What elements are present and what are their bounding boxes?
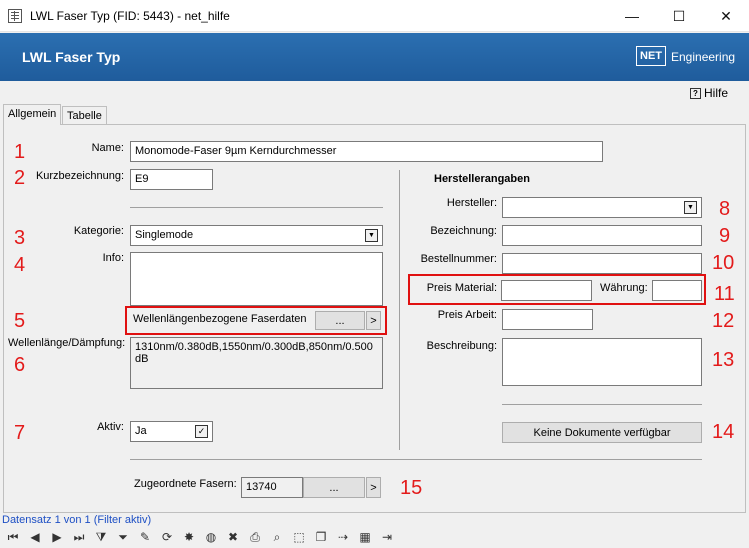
net-logo: NET bbox=[636, 46, 666, 66]
check-icon[interactable]: ✓ bbox=[195, 425, 208, 438]
add-filter-icon[interactable]: ⧩ bbox=[92, 528, 110, 546]
aktiv-value: Ja bbox=[135, 425, 147, 437]
edit-icon[interactable]: ✎ bbox=[136, 528, 154, 546]
annotation-number: 11 bbox=[714, 283, 735, 305]
annotation-number: 13 bbox=[712, 349, 735, 371]
fasern-field[interactable]: 13740 bbox=[241, 477, 303, 498]
bezeichnung-label: Bezeichnung: bbox=[430, 225, 497, 237]
hersteller-select[interactable]: ▼ bbox=[502, 197, 702, 218]
kategorie-select[interactable]: Singlemode ▼ bbox=[130, 225, 383, 246]
kurzbezeichnung-field[interactable]: E9 bbox=[130, 169, 213, 190]
next-record-icon[interactable]: ▶ bbox=[48, 528, 66, 546]
bezeichnung-field[interactable] bbox=[502, 225, 702, 246]
faserdaten-open-button[interactable]: > bbox=[366, 311, 381, 330]
first-record-icon[interactable]: ⏮ bbox=[4, 528, 22, 546]
help-button[interactable]: ? Hilfe bbox=[690, 85, 728, 101]
delete-icon[interactable]: ✖ bbox=[224, 528, 242, 546]
divider-bottom bbox=[130, 459, 702, 460]
hersteller-label: Hersteller: bbox=[446, 197, 497, 209]
maximize-button[interactable]: ☐ bbox=[656, 0, 702, 32]
beschreibung-field[interactable] bbox=[502, 338, 702, 386]
preis-material-label: Preis Material: bbox=[426, 282, 497, 294]
preis-arbeit-label: Preis Arbeit: bbox=[437, 309, 497, 321]
annotation-number: 14 bbox=[712, 421, 735, 443]
logo-text: Engineering bbox=[671, 50, 736, 64]
annotation-number: 3 bbox=[14, 227, 26, 249]
annotation-number: 15 bbox=[400, 477, 423, 499]
help-icon: ? bbox=[690, 87, 701, 99]
tab-allgemein[interactable]: Allgemein bbox=[3, 104, 62, 125]
annotation-number: 4 bbox=[14, 254, 26, 276]
annotation-number: 10 bbox=[712, 252, 735, 274]
aktiv-label: Aktiv: bbox=[97, 421, 124, 433]
window-titlebar: LWL Faser Typ (FID: 5443) - net_hilfe — … bbox=[0, 0, 749, 32]
refresh-icon[interactable]: ⟳ bbox=[158, 528, 176, 546]
globe-icon[interactable]: ◍ bbox=[202, 528, 220, 546]
record-status: Datensatz 1 von 1 (Filter aktiv) bbox=[2, 514, 152, 526]
annotation-number: 8 bbox=[719, 198, 731, 220]
help-label: Hilfe bbox=[704, 86, 729, 100]
header-banner: LWL Faser Typ NET Engineering bbox=[0, 33, 749, 81]
beschreibung-label: Beschreibung: bbox=[426, 340, 497, 352]
prev-record-icon[interactable]: ◀ bbox=[26, 528, 44, 546]
bestellnummer-label: Bestellnummer: bbox=[420, 253, 497, 265]
preis-material-field[interactable] bbox=[501, 280, 592, 301]
copy-icon[interactable]: ❐ bbox=[312, 528, 330, 546]
annotation-number: 6 bbox=[14, 354, 26, 376]
fasern-open-button[interactable]: > bbox=[366, 477, 381, 498]
divider-right bbox=[502, 404, 702, 405]
last-record-icon[interactable]: ⏭ bbox=[70, 528, 88, 546]
annotation-number: 7 bbox=[14, 422, 26, 444]
annotation-number: 1 bbox=[14, 141, 26, 163]
aktiv-select[interactable]: Ja ✓ bbox=[130, 421, 213, 442]
move-icon[interactable]: ⇢ bbox=[334, 528, 352, 546]
kategorie-value: Singlemode bbox=[135, 229, 194, 241]
filter-icon[interactable]: ⏷ bbox=[114, 528, 132, 546]
tab-tabelle[interactable]: Tabelle bbox=[62, 106, 107, 124]
wellenlaenge-field[interactable]: 1310nm/0.380dB,1550nm/0.300dB,850nm/0.50… bbox=[130, 337, 383, 389]
kurzbezeichnung-label: Kurzbezeichnung: bbox=[35, 170, 124, 182]
preis-arbeit-field[interactable] bbox=[502, 309, 593, 330]
name-label: Name: bbox=[91, 142, 124, 154]
info-label: Info: bbox=[102, 252, 124, 264]
kategorie-label: Kategorie: bbox=[73, 225, 124, 237]
dokumente-button[interactable]: Keine Dokumente verfügbar bbox=[502, 422, 702, 443]
faserdaten-label: Wellenlängenbezogene Faserdaten bbox=[133, 313, 307, 325]
annotation-number: 5 bbox=[14, 310, 26, 332]
close-button[interactable]: ✕ bbox=[703, 0, 749, 32]
print-icon[interactable]: ⎙ bbox=[246, 528, 264, 546]
new-icon[interactable]: ✸ bbox=[180, 528, 198, 546]
chevron-down-icon[interactable]: ▼ bbox=[684, 201, 697, 214]
annotation-number: 9 bbox=[719, 225, 731, 247]
info-field[interactable] bbox=[130, 252, 383, 306]
waehrung-label: Währung: bbox=[600, 282, 648, 294]
table-icon[interactable]: ▦ bbox=[356, 528, 374, 546]
minimize-button[interactable]: — bbox=[609, 0, 655, 32]
record-toolbar: ⏮ ◀ ▶ ⏭ ⧩ ⏷ ✎ ⟳ ✸ ◍ ✖ ⎙ ⌕ ⬚ ❐ ⇢ ▦ ⇥ bbox=[0, 526, 749, 548]
fasern-label: Zugeordnete Fasern: bbox=[134, 478, 237, 490]
wellenlaenge-label: Wellenlänge/Dämpfung: bbox=[8, 337, 126, 349]
annotation-number: 2 bbox=[14, 167, 26, 189]
name-field[interactable]: Monomode-Faser 9µm Kerndurchmesser bbox=[130, 141, 603, 162]
annotation-number: 12 bbox=[712, 310, 735, 332]
select-icon[interactable]: ⬚ bbox=[290, 528, 308, 546]
hersteller-heading: Herstellerangaben bbox=[434, 173, 530, 185]
window-title: LWL Faser Typ (FID: 5443) - net_hilfe bbox=[30, 9, 230, 23]
exit-icon[interactable]: ⇥ bbox=[378, 528, 396, 546]
fasern-button[interactable]: ... bbox=[303, 477, 365, 498]
faserdaten-button[interactable]: ... bbox=[315, 311, 365, 330]
banner-title: LWL Faser Typ bbox=[22, 49, 121, 65]
zoom-icon[interactable]: ⌕ bbox=[268, 528, 286, 546]
app-icon bbox=[8, 9, 22, 23]
bestellnummer-field[interactable] bbox=[502, 253, 702, 274]
waehrung-field[interactable] bbox=[652, 280, 702, 301]
chevron-down-icon[interactable]: ▼ bbox=[365, 229, 378, 242]
divider bbox=[130, 207, 383, 208]
